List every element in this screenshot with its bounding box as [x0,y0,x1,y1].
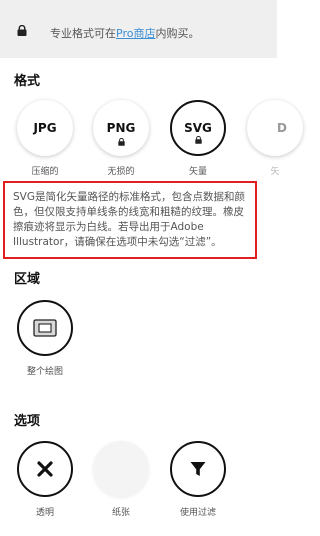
format-png-label: PNG [106,121,136,135]
banner-text: 专业格式可在Pro商店内购买。 [50,25,199,41]
options-section-title: 选项 [14,414,41,429]
pro-store-link[interactable]: Pro商店 [116,27,155,40]
canvas-icon [33,319,57,337]
option-use-filter-button[interactable] [170,441,226,497]
area-whole-drawing-caption: 整个绘图 [26,367,63,377]
format-png-caption: 无损的 [107,167,135,177]
format-d-button[interactable]: D [247,100,303,156]
option-use-filter-caption: 使用过滤 [179,508,216,518]
option-transparent-caption: 透明 [35,508,54,518]
lock-icon [117,138,125,146]
banner-text-after: 内购买。 [155,27,200,40]
format-d-label: D [277,121,287,135]
format-svg-label: SVG [184,121,212,135]
lock-icon [194,136,202,144]
option-transparent-button[interactable] [17,441,73,497]
banner-text-before: 专业格式可在 [50,27,116,40]
area-section-title: 区域 [14,272,41,287]
format-png-button[interactable]: PNG [93,100,149,156]
close-icon [37,461,53,477]
filter-icon [190,462,206,476]
format-jpg-caption: 压缩的 [31,167,59,177]
format-section-title: 格式 [14,74,41,89]
format-d-caption: 矢 [270,167,280,177]
lock-icon [17,25,27,36]
format-jpg-button[interactable]: JPG [17,100,73,156]
option-paper-caption: 纸张 [111,508,130,518]
format-info-box: SVG是简化矢量路径的标准格式，包含点数据和颜色，但仅限支持单线条的线宽和粗糙的… [3,181,257,259]
paper-icon [121,469,122,470]
option-paper-button[interactable] [93,441,149,497]
format-info-text: SVG是简化矢量路径的标准格式，包含点数据和颜色，但仅限支持单线条的线宽和粗糙的… [13,191,245,248]
format-svg-button[interactable]: SVG [170,100,226,156]
format-svg-caption: 矢量 [188,167,207,177]
format-jpg-label: JPG [33,121,57,135]
area-whole-drawing-button[interactable] [17,300,73,356]
pro-store-banner: 专业格式可在Pro商店内购买。 [0,0,277,58]
